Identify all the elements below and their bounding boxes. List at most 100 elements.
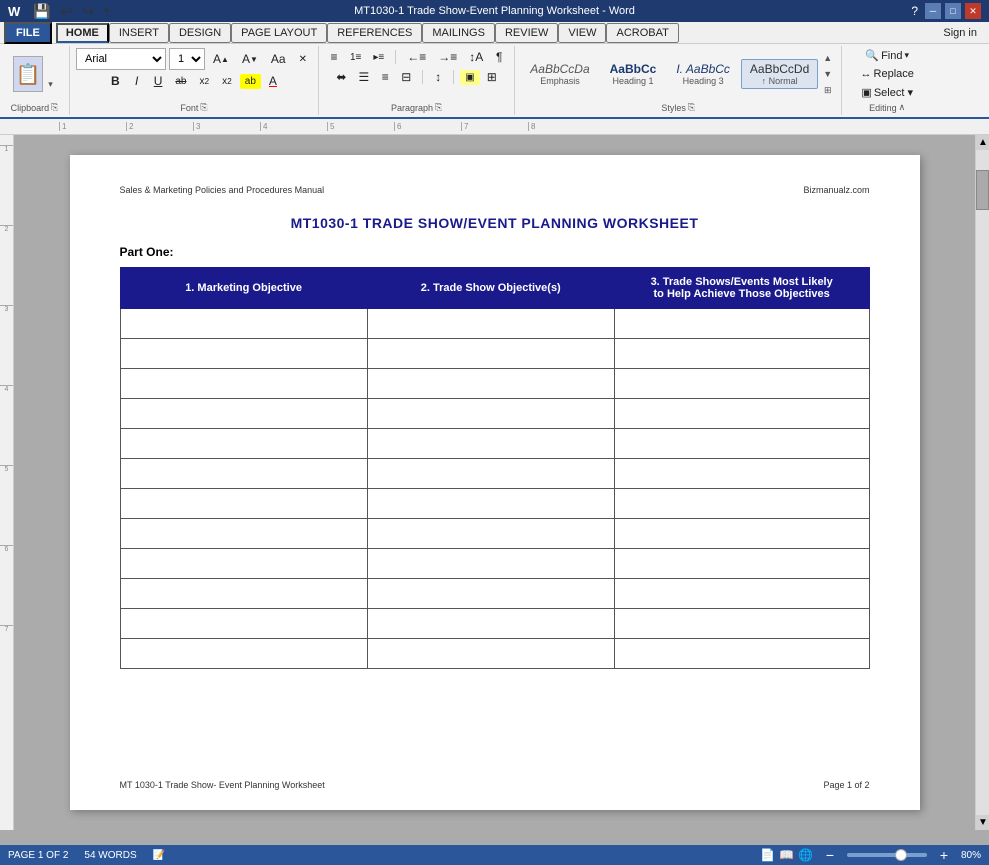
- close-button[interactable]: ✕: [965, 3, 981, 19]
- table-cell-8-0[interactable]: [120, 549, 367, 579]
- paragraph-expand[interactable]: ⎘: [435, 102, 442, 113]
- table-cell-8-2[interactable]: [614, 549, 869, 579]
- table-cell-6-0[interactable]: [120, 489, 367, 519]
- view-read-icon[interactable]: 📖: [779, 848, 794, 862]
- view-web-icon[interactable]: 🌐: [798, 848, 813, 862]
- table-row[interactable]: [120, 609, 869, 639]
- redo-button[interactable]: ↪: [79, 2, 97, 21]
- scroll-up-button[interactable]: ▲: [976, 135, 989, 150]
- font-size-select[interactable]: 12: [169, 48, 205, 70]
- table-cell-10-2[interactable]: [614, 609, 869, 639]
- zoom-thumb[interactable]: [895, 849, 907, 861]
- menu-insert[interactable]: INSERT: [109, 23, 169, 43]
- table-row[interactable]: [120, 639, 869, 669]
- table-cell-4-0[interactable]: [120, 429, 367, 459]
- style-heading3[interactable]: I. AaBbCc Heading 3: [667, 59, 739, 89]
- style-emphasis[interactable]: AaBbCcDa Emphasis: [521, 59, 598, 89]
- table-cell-10-0[interactable]: [120, 609, 367, 639]
- line-spacing-button[interactable]: ↕: [429, 68, 447, 86]
- scroll-thumb[interactable]: [976, 170, 989, 210]
- table-row[interactable]: [120, 459, 869, 489]
- strikethrough-button[interactable]: ab: [170, 74, 191, 89]
- clear-formatting-button[interactable]: ✕: [294, 52, 312, 67]
- scroll-down-button[interactable]: ▼: [976, 815, 989, 830]
- font-grow-button[interactable]: A▲: [208, 50, 234, 68]
- table-cell-0-1[interactable]: [367, 309, 614, 339]
- table-cell-6-2[interactable]: [614, 489, 869, 519]
- editing-collapse[interactable]: ∧: [899, 102, 906, 113]
- center-button[interactable]: ☰: [353, 68, 374, 86]
- table-cell-9-2[interactable]: [614, 579, 869, 609]
- table-cell-1-0[interactable]: [120, 339, 367, 369]
- table-cell-3-1[interactable]: [367, 399, 614, 429]
- table-cell-1-1[interactable]: [367, 339, 614, 369]
- menu-home[interactable]: HOME: [56, 23, 109, 43]
- styles-scroll-up[interactable]: ▲: [820, 51, 835, 65]
- table-cell-4-2[interactable]: [614, 429, 869, 459]
- bullets-button[interactable]: ≡: [325, 48, 343, 66]
- table-cell-1-2[interactable]: [614, 339, 869, 369]
- table-cell-5-0[interactable]: [120, 459, 367, 489]
- table-cell-0-0[interactable]: [120, 309, 367, 339]
- align-left-button[interactable]: ⬌: [331, 68, 351, 86]
- clipboard-expand[interactable]: ⎘: [51, 102, 58, 113]
- increase-indent-button[interactable]: →≡: [433, 48, 462, 66]
- font-shrink-button[interactable]: A▼: [237, 50, 263, 68]
- zoom-in-button[interactable]: +: [935, 846, 953, 864]
- table-row[interactable]: [120, 519, 869, 549]
- style-heading1[interactable]: AaBbCc Heading 1: [601, 59, 666, 89]
- undo-button[interactable]: ↩: [58, 2, 76, 21]
- superscript-button[interactable]: x2: [217, 74, 237, 89]
- bold-button[interactable]: B: [106, 72, 125, 90]
- font-expand[interactable]: ⎘: [200, 102, 207, 113]
- menu-file[interactable]: FILE: [4, 22, 52, 44]
- table-cell-6-1[interactable]: [367, 489, 614, 519]
- align-right-button[interactable]: ≡: [376, 68, 394, 86]
- document-area[interactable]: Sales & Marketing Policies and Procedure…: [14, 135, 975, 830]
- table-cell-3-0[interactable]: [120, 399, 367, 429]
- table-cell-2-0[interactable]: [120, 369, 367, 399]
- show-marks-button[interactable]: ¶: [490, 48, 508, 66]
- table-row[interactable]: [120, 579, 869, 609]
- table-cell-0-2[interactable]: [614, 309, 869, 339]
- sign-in[interactable]: Sign in: [935, 25, 985, 41]
- underline-button[interactable]: U: [149, 72, 168, 90]
- table-row[interactable]: [120, 339, 869, 369]
- find-button[interactable]: 🔍 Find ▾: [863, 48, 911, 63]
- table-row[interactable]: [120, 549, 869, 579]
- styles-expand[interactable]: ⊞: [820, 83, 835, 98]
- minimize-button[interactable]: ─: [925, 3, 941, 19]
- replace-button[interactable]: ↔ Replace: [859, 67, 916, 81]
- table-row[interactable]: [120, 429, 869, 459]
- table-cell-11-2[interactable]: [614, 639, 869, 669]
- numbering-button[interactable]: 1≡: [345, 50, 366, 65]
- menu-review[interactable]: REVIEW: [495, 23, 558, 43]
- menu-acrobat[interactable]: ACROBAT: [606, 23, 678, 43]
- shading-button[interactable]: ▣: [460, 70, 479, 85]
- menu-design[interactable]: DESIGN: [169, 23, 231, 43]
- table-cell-4-1[interactable]: [367, 429, 614, 459]
- table-cell-2-1[interactable]: [367, 369, 614, 399]
- style-normal[interactable]: AaBbCcDd ↑ Normal: [741, 59, 818, 89]
- paste-dropdown[interactable]: ▾: [45, 77, 56, 92]
- highlight-button[interactable]: ab: [240, 74, 261, 89]
- view-print-icon[interactable]: 📄: [760, 848, 775, 862]
- table-cell-11-1[interactable]: [367, 639, 614, 669]
- font-name-select[interactable]: Arial: [76, 48, 166, 70]
- table-cell-5-2[interactable]: [614, 459, 869, 489]
- zoom-slider[interactable]: [847, 853, 927, 857]
- multilevel-button[interactable]: ▸≡: [368, 50, 389, 65]
- menu-references[interactable]: REFERENCES: [327, 23, 422, 43]
- menu-page-layout[interactable]: PAGE LAYOUT: [231, 23, 327, 43]
- table-row[interactable]: [120, 369, 869, 399]
- font-color-button[interactable]: A: [264, 72, 282, 90]
- zoom-out-button[interactable]: −: [821, 846, 839, 864]
- table-cell-9-1[interactable]: [367, 579, 614, 609]
- vertical-scrollbar[interactable]: ▲ ▼: [975, 135, 989, 830]
- italic-button[interactable]: I: [128, 72, 146, 90]
- justify-button[interactable]: ⊟: [396, 68, 416, 86]
- table-cell-9-0[interactable]: [120, 579, 367, 609]
- table-cell-7-1[interactable]: [367, 519, 614, 549]
- table-cell-2-2[interactable]: [614, 369, 869, 399]
- save-button[interactable]: 💾: [30, 2, 53, 21]
